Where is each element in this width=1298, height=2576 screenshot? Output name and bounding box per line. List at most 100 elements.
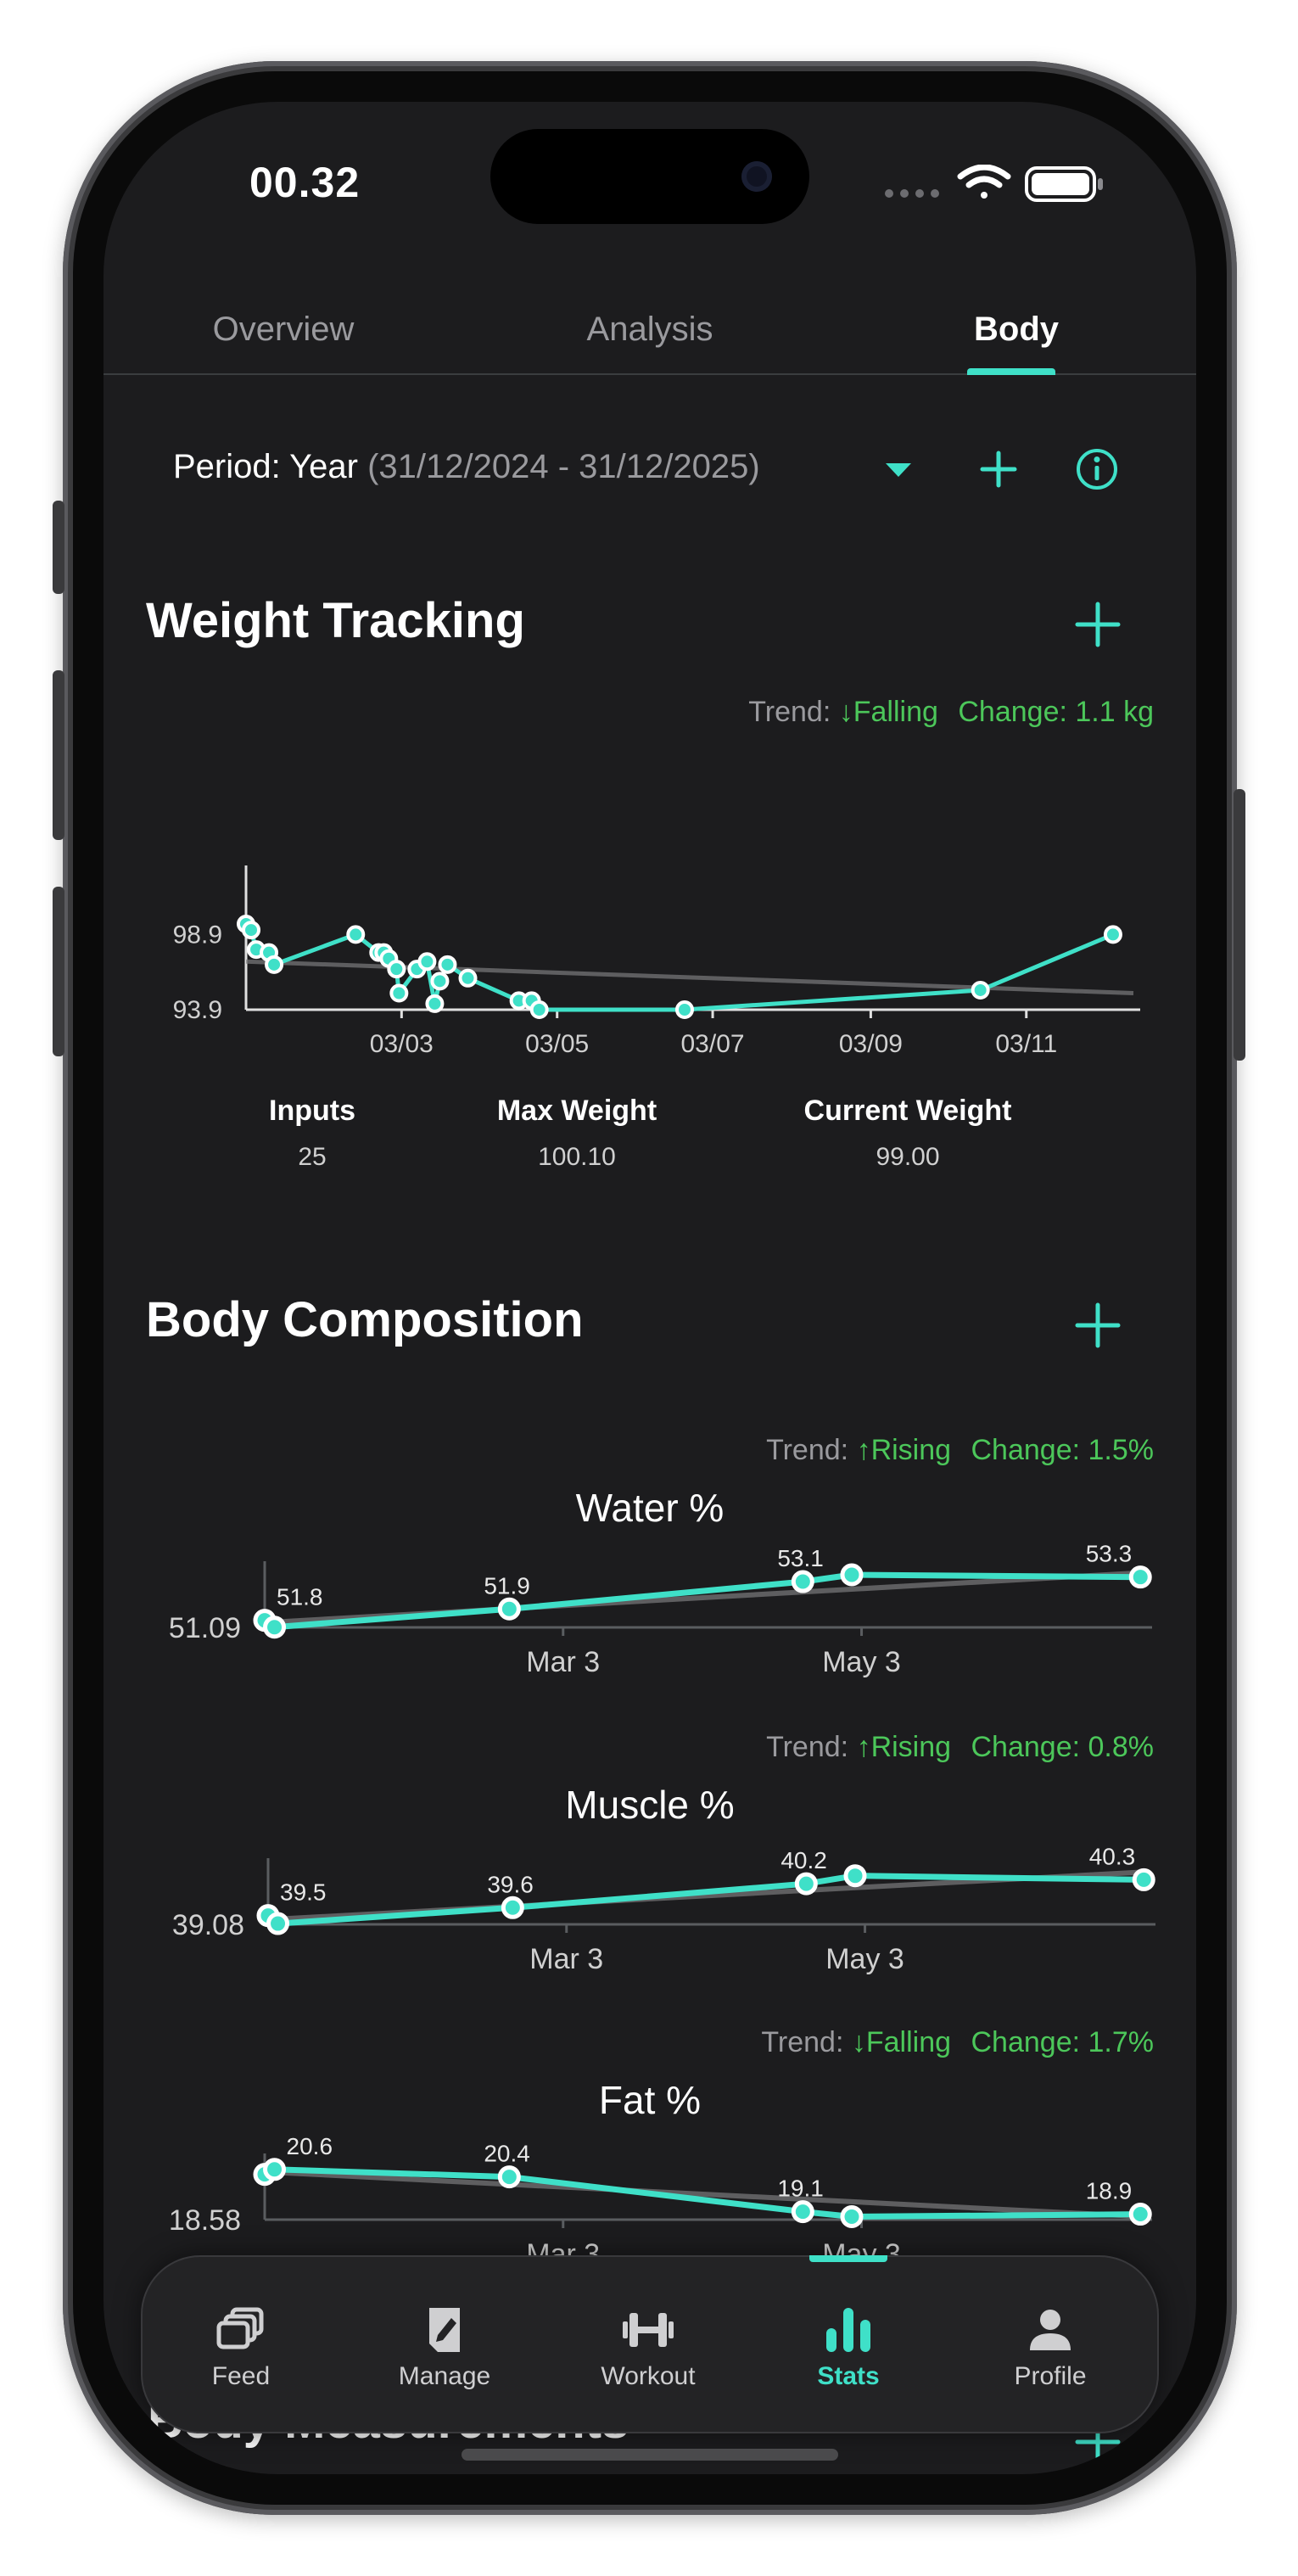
x-tick-label: 03/03: [370, 1030, 434, 1058]
nav-feed[interactable]: Feed: [165, 2303, 317, 2391]
trend-value: ↑Rising: [856, 1731, 952, 1763]
wifi-icon: [957, 165, 1011, 199]
data-point: [425, 994, 445, 1013]
nav-active-indicator: [809, 2255, 887, 2262]
data-label: 19.1: [777, 2176, 824, 2202]
y-tick-label: 39.08: [172, 1909, 244, 1941]
data-point: [674, 1000, 694, 1019]
add-period-icon[interactable]: [977, 448, 1020, 490]
data-label: 39.6: [487, 1871, 534, 1897]
status-time: 00.32: [249, 159, 361, 206]
nav-profile[interactable]: Profile: [974, 2303, 1127, 2391]
side-button-silent: [53, 501, 64, 594]
data-label: 40.2: [780, 1847, 827, 1873]
stat-inputs: Inputs 25: [227, 1095, 397, 1172]
data-point: [840, 1563, 864, 1587]
x-tick-label: 03/07: [681, 1030, 745, 1058]
trend-value: ↓Falling: [838, 696, 938, 728]
data-point: [387, 960, 406, 979]
stat-inputs-label: Inputs: [269, 1095, 355, 1127]
water-trend: Trend: ↑Rising Change: 1.5%: [766, 1434, 1154, 1467]
data-point: [497, 1597, 521, 1621]
series-line: [266, 1873, 1144, 1927]
trend-line: [245, 959, 1134, 996]
x-tick-label: May 3: [822, 1646, 901, 1678]
trend-label: Trend:: [766, 1731, 849, 1763]
data-point: [265, 955, 284, 974]
data-point: [458, 968, 478, 988]
weight-trend: Trend: ↓Falling Change: 1.1 kg: [748, 696, 1154, 729]
add-body-composition-icon[interactable]: [1074, 1302, 1122, 1349]
nav-workout[interactable]: Workout: [572, 2303, 725, 2391]
tab-overview[interactable]: Overview: [104, 311, 463, 349]
stat-max-weight: Max Weight 100.10: [458, 1095, 696, 1172]
y-tick-label: 93.9: [173, 996, 222, 1024]
data-label: 18.9: [1086, 2178, 1133, 2204]
data-point: [791, 1570, 814, 1593]
manage-icon: [429, 2308, 460, 2352]
data-label: 51.9: [484, 1572, 530, 1599]
stats-tabs: Overview Analysis Body: [104, 288, 1196, 375]
data-point: [794, 1872, 818, 1896]
data-label: 53.1: [777, 1545, 824, 1571]
tab-body[interactable]: Body: [836, 311, 1196, 349]
data-label: 39.5: [280, 1879, 327, 1906]
data-point: [501, 1896, 524, 1919]
info-icon[interactable]: [1074, 446, 1120, 492]
data-point: [1103, 925, 1122, 944]
nav-label: Workout: [601, 2362, 696, 2390]
data-label: 20.6: [287, 2133, 333, 2159]
stat-current-weight: Current Weight 99.00: [755, 1095, 1060, 1172]
trend-label: Trend:: [766, 1434, 849, 1466]
data-point: [242, 921, 261, 940]
x-tick-label: Mar 3: [526, 1646, 600, 1678]
trend-label: Trend:: [761, 2026, 844, 2058]
nav-label: Feed: [211, 2362, 271, 2390]
nav-label: Profile: [1014, 2362, 1087, 2390]
data-point: [263, 2158, 287, 2181]
profile-icon: [1030, 2310, 1071, 2350]
data-point: [266, 1912, 290, 1935]
weight-stats: Inputs 25 Max Weight 100.10 Current Weig…: [104, 1095, 1196, 1179]
trend-label: Trend:: [748, 696, 831, 728]
x-tick-label: 03/09: [839, 1030, 903, 1058]
stat-max-weight-value: 100.10: [538, 1143, 616, 1171]
dynamic-island: [490, 129, 809, 224]
signal-icon: [885, 189, 939, 198]
water-chart: Mar 3 May 3 51.09 51.8 51.9 53.1 53.3: [169, 1541, 1152, 1678]
data-point: [430, 972, 450, 991]
data-point: [840, 2204, 864, 2228]
tab-active-indicator: [967, 368, 1055, 375]
battery-icon: [1025, 166, 1103, 202]
nav-label: Manage: [398, 2362, 491, 2390]
app-screen: 00.32 Overview Analysis Body Period: Yea…: [104, 102, 1196, 2474]
data-point: [971, 980, 990, 1000]
data-point: [1132, 1868, 1155, 1891]
tab-analysis[interactable]: Analysis: [470, 311, 830, 349]
add-weight-icon[interactable]: [1074, 601, 1122, 648]
data-label: 20.4: [484, 2141, 530, 2167]
trend-value: ↓Falling: [851, 2026, 952, 2058]
stats-icon: [826, 2308, 870, 2352]
feed-icon: [216, 2307, 264, 2349]
trend-change: Change: 1.1 kg: [958, 696, 1154, 728]
data-point: [263, 1616, 287, 1639]
data-label: 40.3: [1089, 1843, 1136, 1869]
stat-current-weight-label: Current Weight: [803, 1095, 1012, 1127]
period-range: (31/12/2024 - 31/12/2025): [367, 448, 760, 485]
period-selector[interactable]: Period: Year (31/12/2024 - 31/12/2025): [104, 426, 1196, 511]
trend-change: Change: 1.5%: [971, 1434, 1155, 1466]
dropdown-caret-icon[interactable]: [884, 460, 913, 480]
muscle-chart-title: Muscle %: [565, 1783, 735, 1827]
x-tick-label: Mar 3: [529, 1943, 603, 1975]
y-tick-label: 18.58: [169, 2204, 241, 2237]
y-tick-label: 51.09: [169, 1612, 241, 1644]
data-point: [417, 952, 437, 972]
stat-inputs-value: 25: [298, 1143, 327, 1171]
nav-manage[interactable]: Manage: [368, 2303, 521, 2391]
body-composition-title: Body Composition: [146, 1292, 584, 1347]
home-indicator: [462, 2449, 838, 2461]
data-point: [791, 2200, 814, 2224]
nav-stats[interactable]: Stats: [772, 2303, 925, 2391]
data-point: [346, 925, 366, 944]
